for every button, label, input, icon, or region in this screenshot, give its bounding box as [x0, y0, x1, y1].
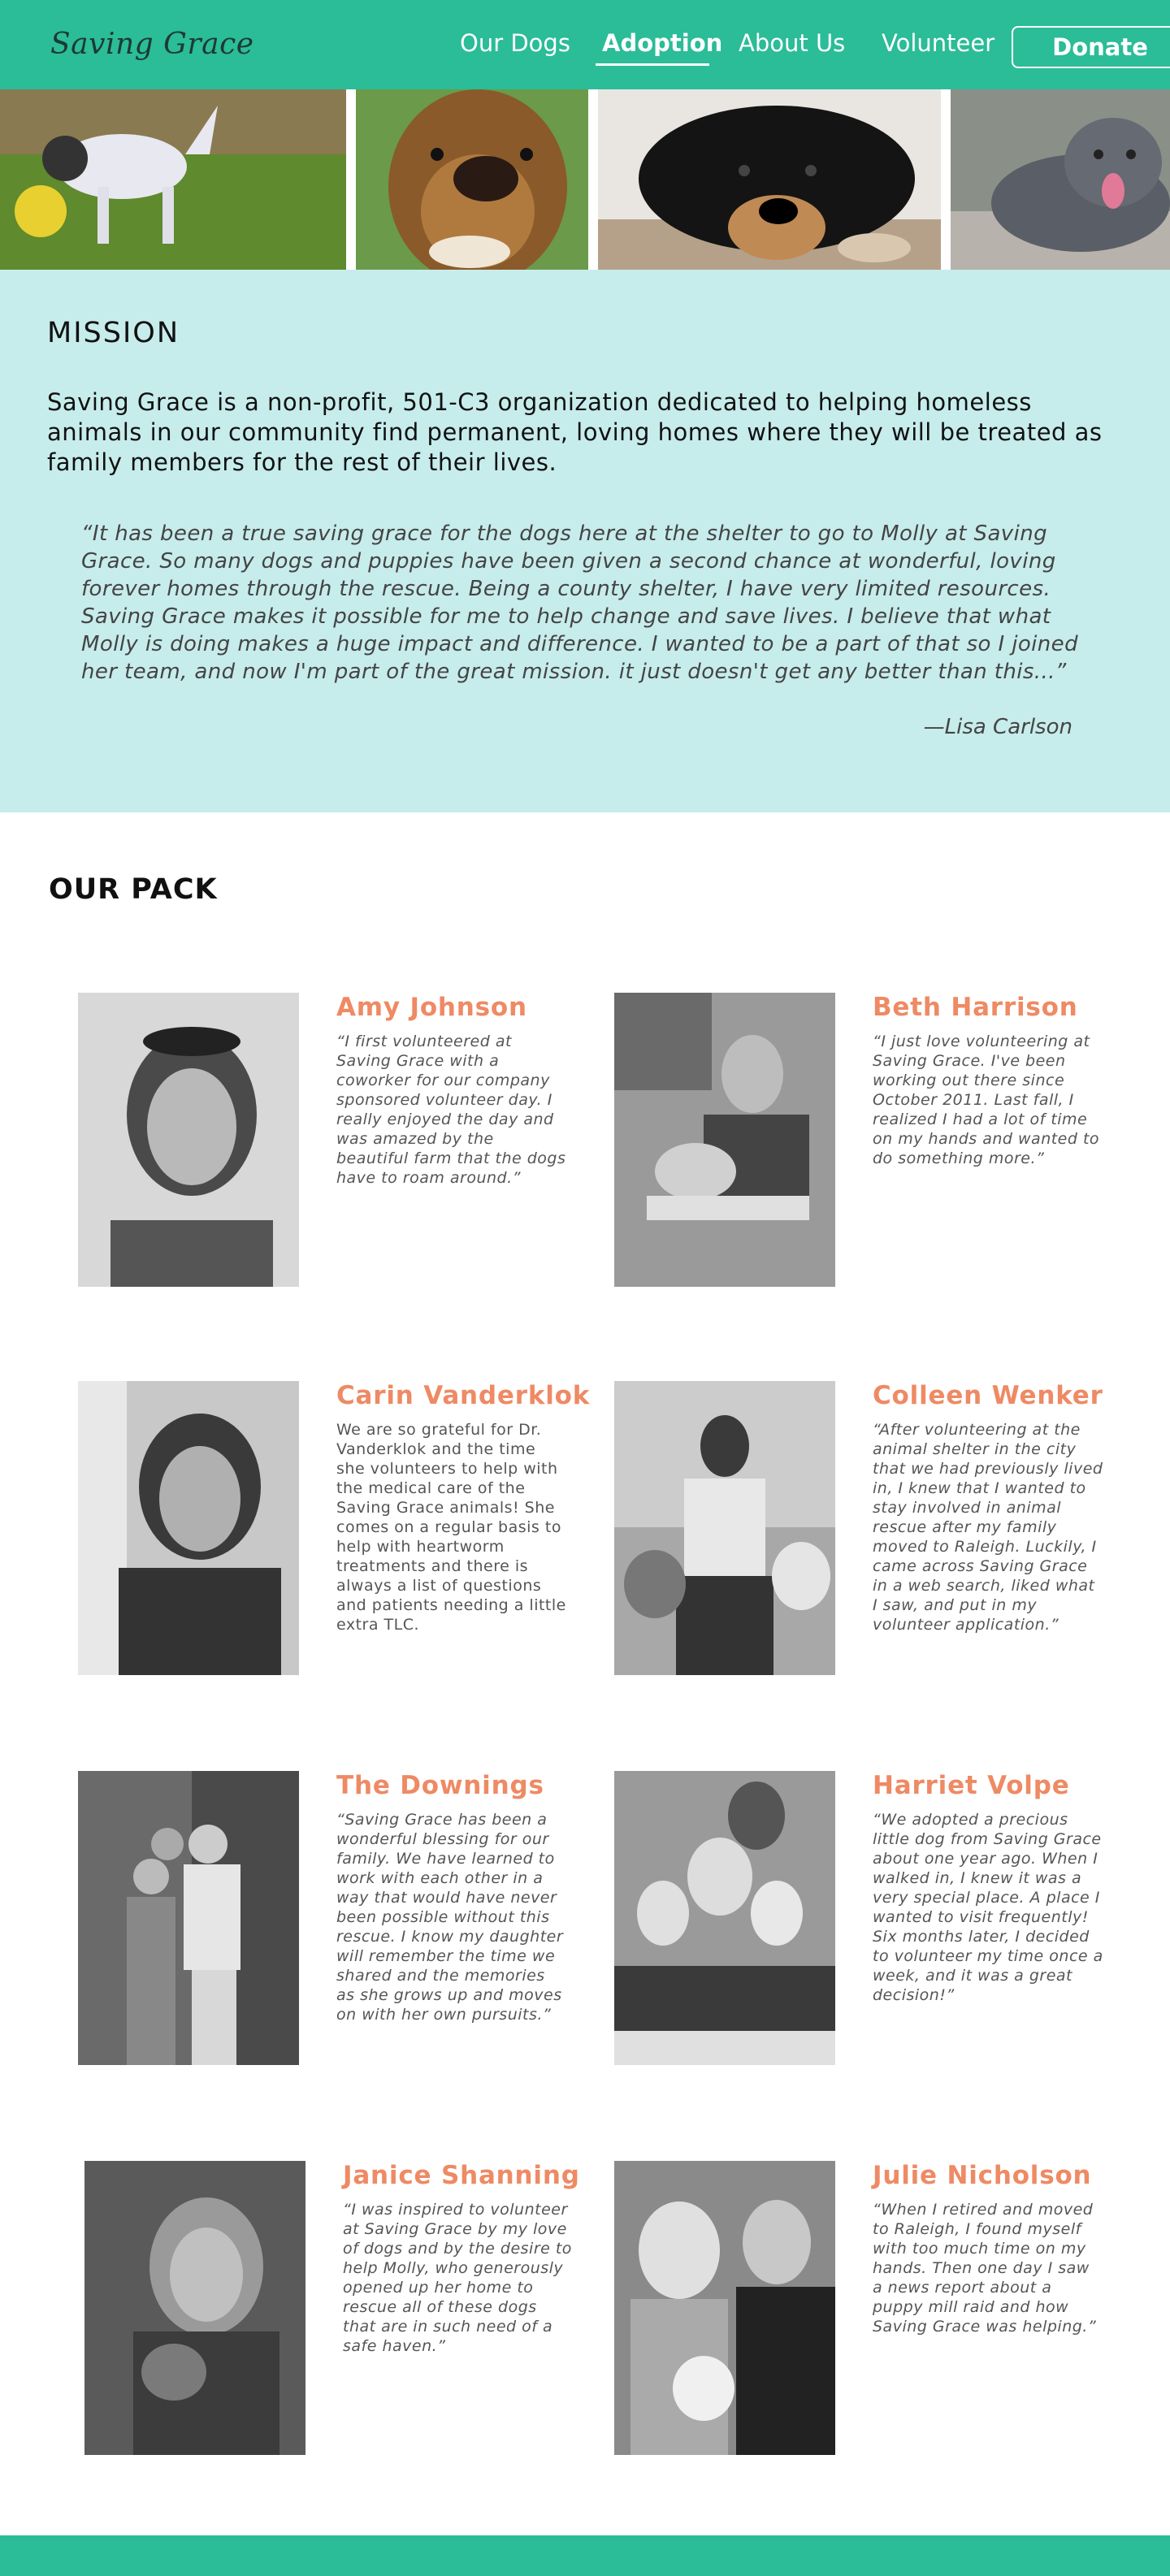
quote-signature: —Lisa Carlson [923, 715, 1072, 739]
member-testimonial: “Saving Grace has been a wonderful bless… [336, 1811, 564, 2024]
nav-adoption[interactable]: Adoption [602, 29, 722, 57]
footer-bar [0, 2535, 1170, 2576]
member-card: Beth Harrison “I just love volunteering … [614, 993, 1142, 1293]
member-testimonial: “I was inspired to volunteer at Saving G… [343, 2201, 572, 2355]
member-name: Beth Harrison [873, 993, 1078, 1022]
mission-statement: Saving Grace is a non-profit, 501-C3 org… [47, 388, 1103, 476]
member-card: Harriet Volpe “We adopted a precious lit… [614, 1771, 1142, 2072]
mission-section: MISSION Saving Grace is a non-profit, 50… [0, 270, 1170, 812]
member-testimonial: “After volunteering at the animal shelte… [873, 1421, 1103, 1634]
hero-photo-dog-frisbee [0, 89, 346, 270]
site-logo[interactable]: Saving Grace [50, 28, 254, 61]
member-photo [78, 993, 299, 1287]
member-name: Janice Shanning [343, 2161, 580, 2190]
nav-volunteer[interactable]: Volunteer [882, 29, 994, 57]
member-testimonial: “I just love volunteering at Saving Grac… [873, 1033, 1100, 1167]
member-photo [614, 2161, 835, 2455]
member-card: Colleen Wenker “After volunteering at th… [614, 1381, 1142, 1682]
member-name: Carin Vanderklok [336, 1381, 591, 1410]
hero-photo-beagle [356, 89, 588, 270]
nav-our-dogs[interactable]: Our Dogs [460, 29, 570, 57]
member-photo [614, 1381, 835, 1675]
member-photo [614, 1771, 835, 2065]
member-card: Carin Vanderklok We are so grateful for … [78, 1381, 606, 1682]
member-testimonial: “When I retired and moved to Raleigh, I … [873, 2201, 1097, 2336]
active-nav-indicator [596, 63, 709, 66]
hero-photo-black-dog [598, 89, 941, 270]
mission-quote: “It has been a true saving grace for the… [81, 522, 1078, 684]
donate-button[interactable]: Donate [1012, 26, 1170, 68]
member-testimonial: We are so grateful for Dr. Vanderklok an… [336, 1421, 566, 1634]
member-name: Julie Nicholson [873, 2161, 1092, 2190]
member-card: Julie Nicholson “When I retired and move… [614, 2161, 1142, 2461]
pack-title: OUR PACK [49, 873, 218, 906]
member-photo [78, 1771, 299, 2065]
member-name: Harriet Volpe [873, 1771, 1070, 1800]
member-testimonial: “We adopted a precious little dog from S… [873, 1811, 1103, 2004]
member-card: The Downings “Saving Grace has been a wo… [78, 1771, 606, 2072]
hero-photo-strip [0, 89, 1170, 270]
member-photo [78, 1381, 299, 1675]
mission-title: MISSION [47, 317, 180, 349]
member-name: The Downings [336, 1771, 544, 1800]
nav-about-us[interactable]: About Us [739, 29, 845, 57]
member-testimonial: “I first volunteered at Saving Grace wit… [336, 1033, 566, 1187]
member-photo [614, 993, 835, 1287]
member-card: Amy Johnson “I first volunteered at Savi… [78, 993, 606, 1293]
member-photo [84, 2161, 306, 2455]
hero-photo-pitbull [951, 89, 1170, 270]
member-name: Amy Johnson [336, 993, 527, 1022]
member-name: Colleen Wenker [873, 1381, 1103, 1410]
top-nav: Saving Grace Our Dogs Adoption About Us … [0, 0, 1170, 89]
member-card: Janice Shanning “I was inspired to volun… [84, 2161, 613, 2461]
